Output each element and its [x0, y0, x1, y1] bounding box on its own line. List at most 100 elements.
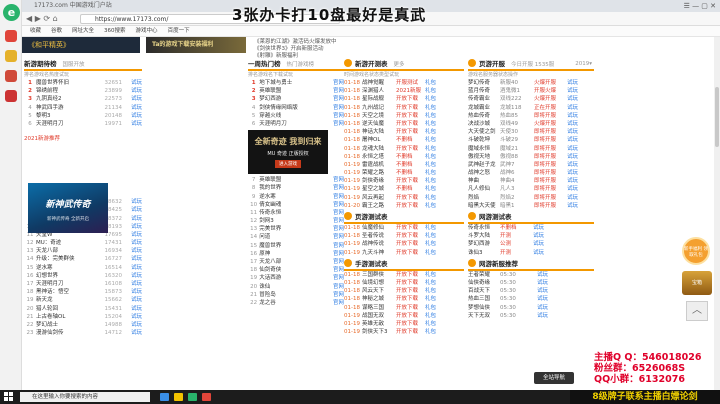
row-cell[interactable]: 官网	[327, 104, 344, 112]
table-row[interactable]: 01-19 九天斗神 开放下载 礼包	[344, 249, 464, 257]
row-cell[interactable]: 仙境幻想	[362, 279, 396, 287]
row-cell[interactable]: 剑侠情缘网络版	[259, 104, 308, 112]
table-row[interactable]: 暗黑大天使 暗黑1 即将开服 试玩	[468, 202, 594, 210]
col4-year-select[interactable]: 2019▾	[575, 59, 592, 69]
row-cell[interactable]: 礼包	[422, 177, 436, 185]
row-cell[interactable]: 屠神OL	[362, 136, 396, 144]
row-cell[interactable]: 雷霆战机	[362, 161, 396, 169]
row-cell[interactable]: 试玩	[122, 206, 142, 214]
row-cell[interactable]: 试玩	[564, 145, 578, 153]
row-cell[interactable]: 幻想世界	[36, 272, 86, 280]
row-cell[interactable]: 礼包	[422, 224, 436, 232]
row-cell[interactable]: 天涯明月刀	[259, 120, 308, 128]
table-row[interactable]: 01-18 屠神OL 不删档 礼包	[344, 136, 464, 144]
row-cell[interactable]: 官网	[327, 209, 344, 217]
table-row[interactable]: 18 仙剑奇侠 官网	[248, 266, 344, 274]
row-cell[interactable]: 魔兽世界怀旧	[36, 79, 86, 87]
scrollbar-thumb[interactable]	[715, 87, 719, 147]
table-row[interactable]: 斗破乾坤 斗破29 即将开服 试玩	[468, 136, 594, 144]
table-row[interactable]: 01-19 战国无双 开放下载 礼包	[344, 312, 464, 320]
row-cell[interactable]: 试玩	[122, 255, 142, 263]
row-cell[interactable]: 礼包	[422, 128, 436, 136]
table-row[interactable]: 22 梦幻战士 14988 试玩	[24, 321, 143, 329]
row-cell[interactable]: 官网	[327, 217, 344, 225]
table-row[interactable]: 大天使之剑 天使30 即将开服 试玩	[468, 128, 594, 136]
row-cell[interactable]: 试玩	[122, 198, 142, 206]
table-row[interactable]: 传奇霸业 双线222 火爆开服 试玩	[468, 95, 594, 103]
row-cell[interactable]: 问道	[259, 233, 308, 241]
row-cell[interactable]: 魔兽世界	[259, 242, 308, 250]
table-row[interactable]: 蓝月传奇 酒鬼微1 开服火爆 试玩	[468, 87, 594, 95]
table-row[interactable]: 战神之怒 战神6 即将开服 试玩	[468, 169, 594, 177]
table-row[interactable]: 22 龙之谷 官网	[248, 299, 344, 307]
table-row[interactable]: 01-18 圣者传说 开放下载 礼包	[344, 232, 464, 240]
row-cell[interactable]: 神秘之城	[362, 295, 396, 303]
top-note-link[interactable]: 《莱恩的江湖》激活码火爆发放中	[254, 39, 337, 46]
bookmark-item[interactable]: 游戏中心	[136, 28, 158, 34]
row-cell[interactable]: MU：奇迹	[36, 239, 86, 247]
row-cell[interactable]: 官网	[327, 225, 344, 233]
table-row[interactable]: 14 问道 官网	[248, 233, 344, 241]
table-row[interactable]: 烈焰 烈焰2 即将开服 试玩	[468, 194, 594, 202]
table-row[interactable]: 王者荣耀 05:30 试玩	[468, 271, 594, 279]
row-cell[interactable]: 黑神话：悟空	[36, 288, 86, 296]
row-cell[interactable]: 官网	[327, 79, 344, 87]
table-row[interactable]: 4 剑侠情缘网络版 官网	[248, 104, 344, 112]
table-row[interactable]: 01-19 英雄无敌 开放下载 礼包	[344, 320, 464, 328]
row-cell[interactable]: 试玩	[122, 272, 142, 280]
table-row[interactable]: 01-19 星空之城 不删档 礼包	[344, 185, 464, 193]
table-row[interactable]: 7 英雄联盟 官网	[248, 176, 344, 184]
mu-ad[interactable]: 全新奇迹 我到归来 MU 奇迹 正版授权 进入游戏	[248, 130, 328, 175]
row-cell[interactable]: 上古卷轴OL	[36, 313, 86, 321]
row-cell[interactable]: 官网	[327, 291, 344, 299]
table-row[interactable]: 神曲 神曲4 即将开服 试玩	[468, 177, 594, 185]
row-cell[interactable]: 官网	[327, 201, 344, 209]
bookmark-item[interactable]: 百度一下	[168, 28, 190, 34]
row-cell[interactable]: 我的世界	[259, 184, 308, 192]
row-cell[interactable]: 礼包	[422, 328, 436, 336]
row-cell[interactable]: 礼包	[422, 295, 436, 303]
table-row[interactable]: 决战沙城 双线49 火爆开服 试玩	[468, 120, 594, 128]
row-cell[interactable]: 试玩	[564, 194, 578, 202]
row-cell[interactable]: 新天龙	[36, 296, 86, 304]
row-cell[interactable]: 深渊猎人	[362, 87, 396, 95]
table-row[interactable]: 16 原神 官网	[248, 250, 344, 258]
table-row[interactable]: 17 天龙八部 官网	[248, 258, 344, 266]
row-cell[interactable]: 礼包	[422, 145, 436, 153]
row-cell[interactable]: 傲视天地	[468, 153, 500, 161]
row-cell[interactable]: 蓝月传奇	[468, 87, 500, 95]
row-cell[interactable]: 神曲	[468, 177, 500, 185]
table-row[interactable]: 20 诛仙 官网	[248, 283, 344, 291]
table-row[interactable]: 01-19 战神传说 开放下载 礼包	[344, 240, 464, 248]
row-cell[interactable]: 冒险岛	[259, 291, 308, 299]
row-cell[interactable]: 剑侠天下3	[362, 328, 396, 336]
row-cell[interactable]: 星空之城	[362, 185, 396, 193]
row-cell[interactable]: 九州战记	[362, 104, 396, 112]
row-cell[interactable]: 倩女幽魂	[259, 201, 308, 209]
row-cell[interactable]: 谋略三国	[362, 304, 396, 312]
row-cell[interactable]: 天空之境	[362, 112, 396, 120]
row-cell[interactable]: 官网	[327, 299, 344, 307]
row-cell[interactable]: 官网	[327, 266, 344, 274]
row-cell[interactable]: 试玩	[564, 177, 578, 185]
row-cell[interactable]: 试玩	[122, 321, 142, 329]
table-row[interactable]: 19 大话西游 官网	[248, 274, 344, 282]
browser-task-icon[interactable]	[188, 393, 197, 401]
row-cell[interactable]: 龙之谷	[259, 299, 308, 307]
row-cell[interactable]: 传奇永恒	[468, 224, 500, 232]
task-view-icon[interactable]	[160, 393, 169, 401]
row-cell[interactable]: 官网	[327, 274, 344, 282]
row-cell[interactable]: 礼包	[422, 95, 436, 103]
row-cell[interactable]: 热血三国	[468, 295, 500, 303]
row-cell[interactable]: 试玩	[122, 280, 142, 288]
row-cell[interactable]: 官网	[327, 95, 344, 103]
row-cell[interactable]: 试玩	[122, 95, 142, 103]
table-row[interactable]: 01-20 霸王之路 开放下载 礼包	[344, 202, 464, 210]
app-task-icon[interactable]	[202, 393, 211, 401]
sidebar-news-icon[interactable]	[5, 50, 17, 62]
row-cell[interactable]: 漫游仙剑传	[36, 329, 86, 337]
row-cell[interactable]: 凡人修仙	[468, 185, 500, 193]
row-cell[interactable]: 传奇霸业	[468, 95, 500, 103]
windows-start-icon[interactable]	[4, 392, 14, 402]
row-cell[interactable]: 天下无双	[468, 312, 500, 320]
